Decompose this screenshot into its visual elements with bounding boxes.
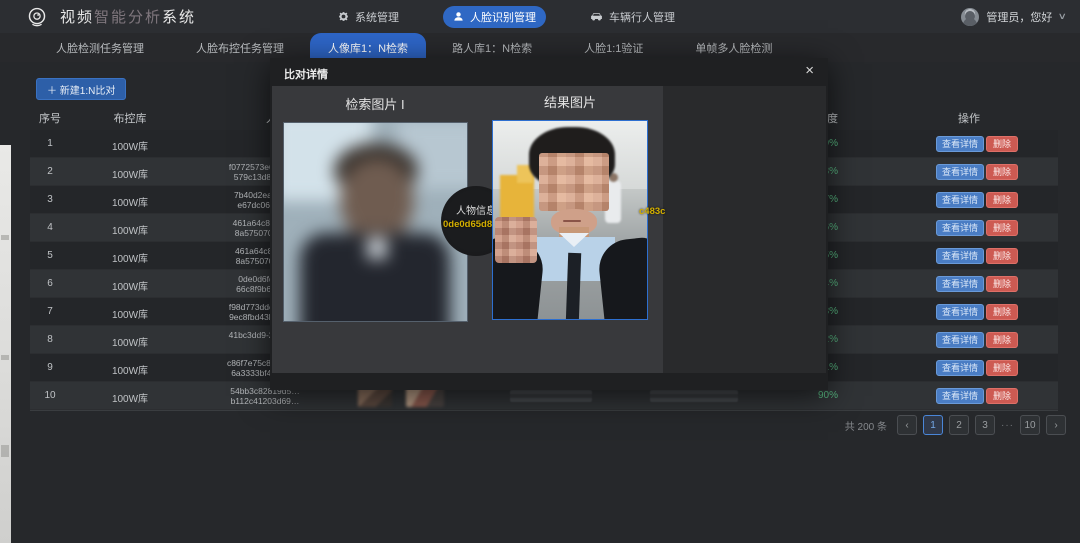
pagination-next-button[interactable]: ›: [1046, 415, 1066, 435]
user-menu[interactable]: 管理员，您好 ∨: [961, 0, 1066, 33]
row-library: 100W库: [70, 166, 190, 181]
view-details-button[interactable]: 查看详情: [936, 388, 984, 404]
result-image-label: 结果图片: [500, 92, 640, 111]
nav-face-recognition[interactable]: 人脸识别管理: [443, 6, 546, 28]
user-icon: [453, 11, 464, 22]
background-smudge: [1, 235, 9, 240]
row-library: 100W库: [70, 334, 190, 349]
modal-right-spacer: [663, 86, 826, 373]
nav-label: 系统管理: [355, 9, 399, 25]
view-details-button[interactable]: 查看详情: [936, 220, 984, 236]
row-info-block-1: [510, 390, 592, 402]
person-id-fragment: c483c: [639, 206, 665, 217]
car-icon: [590, 11, 603, 22]
webcam-logo-icon: [26, 6, 48, 28]
app-title: 视频智能分析系统: [60, 6, 196, 27]
col-header-index: 序号: [30, 110, 70, 126]
pixelated-face: [539, 153, 609, 211]
row-index: 6: [30, 278, 70, 289]
pagination-page-3[interactable]: 3: [975, 415, 995, 435]
gear-icon: [338, 11, 349, 22]
row-index: 8: [30, 334, 70, 345]
col-header-library: 布控库: [70, 110, 190, 126]
row-index: 7: [30, 306, 70, 317]
nav-label: 人脸识别管理: [470, 9, 536, 25]
app-root: 视频智能分析系统 系统管理 人脸识别管理 车辆行人管理 管理员，您好 ∨ 人脸检…: [0, 0, 1080, 543]
delete-button[interactable]: 删除: [986, 360, 1018, 376]
view-details-button[interactable]: 查看详情: [936, 332, 984, 348]
view-details-button[interactable]: 查看详情: [936, 192, 984, 208]
background-window-sliver: [0, 145, 11, 543]
new-1n-compare-button[interactable]: ＋ 新建1:N比对: [36, 78, 126, 100]
delete-button[interactable]: 删除: [986, 304, 1018, 320]
avatar: [961, 8, 979, 26]
table-bottom-border: [30, 410, 1058, 411]
row-index: 3: [30, 194, 70, 205]
view-details-button[interactable]: 查看详情: [936, 136, 984, 152]
row-index: 1: [30, 138, 70, 149]
row-library: 100W库: [70, 362, 190, 377]
tab-face-detection-tasks[interactable]: 人脸检测任务管理: [30, 33, 170, 62]
row-index: 5: [30, 250, 70, 261]
row-library: 100W库: [70, 250, 190, 265]
delete-button[interactable]: 删除: [986, 276, 1018, 292]
row-library: 100W库: [70, 278, 190, 293]
view-details-button[interactable]: 查看详情: [936, 360, 984, 376]
pixelated-face-secondary: [495, 217, 537, 263]
row-similarity: 90%: [760, 390, 838, 401]
row-index: 2: [30, 166, 70, 177]
view-details-button[interactable]: 查看详情: [936, 164, 984, 180]
col-header-actions: 操作: [930, 110, 1008, 126]
nav-system-management[interactable]: 系统管理: [328, 6, 409, 28]
nav-vehicle-pedestrian[interactable]: 车辆行人管理: [580, 6, 685, 28]
delete-button[interactable]: 删除: [986, 136, 1018, 152]
compare-detail-modal: 比对详情 × 检索图片 I 结果图片 人物信息 0de0d65d86cdc8: [270, 58, 828, 390]
nav-label: 车辆行人管理: [609, 9, 675, 25]
row-info-block-2: [650, 390, 738, 402]
search-image-label: 检索图片 I: [305, 94, 445, 113]
row-library: 100W库: [70, 390, 190, 405]
view-details-button[interactable]: 查看详情: [936, 248, 984, 264]
pagination-total: 共 200 条: [845, 418, 887, 433]
delete-button[interactable]: 删除: [986, 248, 1018, 264]
row-library: 100W库: [70, 138, 190, 153]
pagination: 共 200 条 ‹ 1 2 3 ··· 10 ›: [845, 414, 1066, 436]
delete-button[interactable]: 删除: [986, 332, 1018, 348]
delete-button[interactable]: 删除: [986, 192, 1018, 208]
pagination-page-1[interactable]: 1: [923, 415, 943, 435]
chevron-down-icon: ∨: [1058, 11, 1067, 22]
delete-button[interactable]: 删除: [986, 388, 1018, 404]
background-smudge: [1, 355, 9, 360]
row-library: 100W库: [70, 194, 190, 209]
pagination-ellipsis: ···: [1001, 420, 1014, 431]
pagination-page-2[interactable]: 2: [949, 415, 969, 435]
top-navigation: 系统管理 人脸识别管理 车辆行人管理: [328, 0, 685, 33]
row-library: 100W库: [70, 222, 190, 237]
row-library: 100W库: [70, 306, 190, 321]
app-title-watermarked: 智能分析: [94, 9, 162, 26]
delete-button[interactable]: 删除: [986, 164, 1018, 180]
pagination-prev-button[interactable]: ‹: [897, 415, 917, 435]
close-icon[interactable]: ×: [805, 63, 814, 78]
result-image: [492, 120, 648, 320]
subject-tie: [566, 253, 581, 320]
user-greeting: 管理员，您好: [986, 9, 1052, 25]
row-index: 4: [30, 222, 70, 233]
pagination-last-page[interactable]: 10: [1020, 415, 1040, 435]
background-smudge: [1, 445, 9, 457]
app-header: 视频智能分析系统 系统管理 人脸识别管理 车辆行人管理 管理员，您好 ∨: [0, 0, 1080, 33]
view-details-button[interactable]: 查看详情: [936, 276, 984, 292]
row-index: 9: [30, 362, 70, 373]
modal-title: 比对详情: [284, 66, 328, 82]
subject-mouth: [563, 220, 581, 222]
delete-button[interactable]: 删除: [986, 220, 1018, 236]
row-index: 10: [30, 390, 70, 401]
view-details-button[interactable]: 查看详情: [936, 304, 984, 320]
